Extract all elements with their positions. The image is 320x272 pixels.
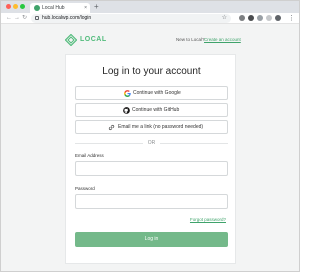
profile-avatar[interactable] — [275, 15, 281, 21]
password-field[interactable] — [75, 194, 228, 209]
tab-title: Local Hub — [42, 5, 65, 11]
page-content: LOCAL New to Local? Create an account Lo… — [1, 24, 299, 271]
extension-icon[interactable] — [248, 15, 254, 21]
create-account-link[interactable]: Create an account — [204, 36, 241, 44]
browser-menu-icon[interactable]: ⋮ — [288, 14, 295, 23]
local-logo[interactable]: LOCAL — [65, 34, 117, 46]
reload-button[interactable]: ↻ — [22, 14, 27, 23]
forward-button[interactable]: → — [14, 14, 20, 23]
google-icon — [124, 90, 131, 97]
tab-local-hub[interactable]: Local Hub × — [30, 3, 90, 13]
email-label: Email Address — [75, 153, 104, 158]
minimize-window-button[interactable] — [13, 4, 18, 9]
github-button-label: Continue with GitHub — [132, 107, 180, 113]
close-window-button[interactable] — [6, 4, 11, 9]
maximize-window-button[interactable] — [20, 4, 25, 9]
login-card: Log in to your account Continue with Goo… — [65, 54, 236, 264]
email-field[interactable] — [75, 161, 228, 176]
email-link-button-label: Email me a link (no password needed) — [118, 124, 204, 130]
continue-with-github-button[interactable]: Continue with GitHub — [75, 103, 228, 117]
signup-prompt: New to Local? — [176, 37, 205, 42]
email-magic-link-button[interactable]: Email me a link (no password needed) — [75, 120, 228, 134]
login-button[interactable]: Log in — [75, 232, 228, 247]
password-label: Password — [75, 186, 95, 191]
link-icon — [108, 124, 115, 131]
bookmark-star-icon[interactable]: ☆ — [222, 14, 227, 23]
lock-icon — [35, 16, 39, 20]
github-icon — [123, 107, 130, 114]
extension-icon[interactable] — [257, 15, 263, 21]
or-divider: OR — [75, 139, 228, 147]
page-title: Log in to your account — [102, 66, 201, 77]
tab-close-icon[interactable]: × — [84, 4, 87, 12]
brand-name: LOCAL — [80, 36, 107, 43]
local-favicon-icon — [34, 5, 40, 11]
address-bar[interactable]: hub.localwp.com/login ☆ — [31, 14, 231, 23]
url-text: hub.localwp.com/login — [42, 15, 92, 21]
forgot-password-link[interactable]: Forgot password? — [190, 216, 226, 223]
browser-toolbar: ← → ↻ hub.localwp.com/login ☆ ⋮ — [1, 13, 299, 24]
google-button-label: Continue with Google — [133, 90, 181, 96]
continue-with-google-button[interactable]: Continue with Google — [75, 86, 228, 100]
extension-icon[interactable] — [239, 15, 245, 21]
or-text: OR — [147, 140, 156, 146]
extension-icon[interactable] — [266, 15, 272, 21]
browser-window: Local Hub × + ← → ↻ hub.localwp.com/logi… — [0, 0, 300, 272]
tab-strip: Local Hub × + — [1, 1, 299, 13]
back-button[interactable]: ← — [6, 14, 12, 23]
local-logo-icon — [65, 34, 77, 46]
new-tab-button[interactable]: + — [94, 2, 99, 12]
